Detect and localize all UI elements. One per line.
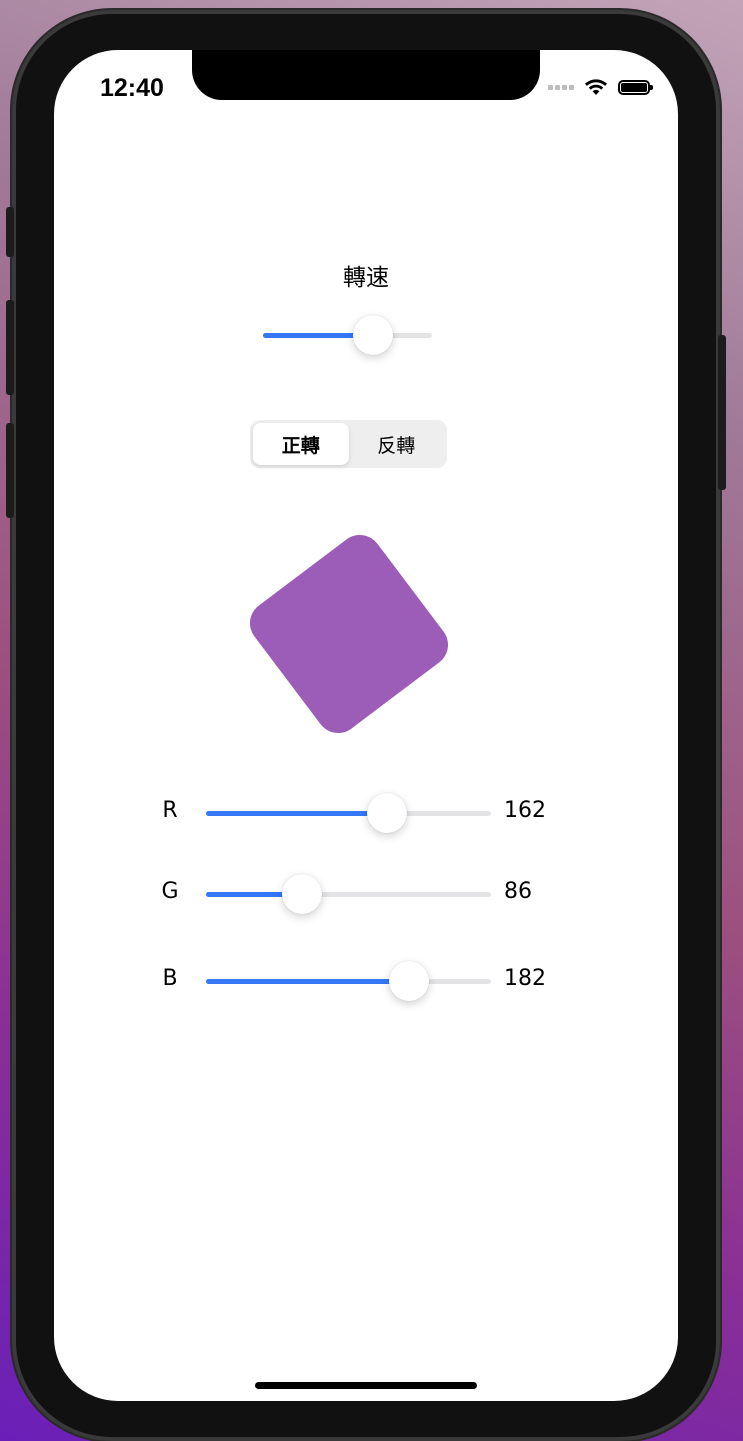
red-value: 162 bbox=[504, 798, 546, 823]
blue-slider-fill bbox=[206, 979, 410, 984]
blue-value: 182 bbox=[504, 966, 546, 991]
red-slider-thumb[interactable] bbox=[366, 793, 407, 833]
green-value: 86 bbox=[504, 879, 532, 904]
direction-segmented-control[interactable]: 正轉 反轉 bbox=[250, 420, 447, 468]
red-label: R bbox=[162, 798, 178, 823]
green-label: G bbox=[161, 879, 179, 904]
green-slider[interactable] bbox=[206, 874, 491, 914]
power-button bbox=[718, 335, 726, 490]
segment-reverse[interactable]: 反轉 bbox=[349, 423, 445, 465]
color-preview-square bbox=[241, 526, 457, 742]
blue-slider[interactable] bbox=[206, 961, 491, 1001]
red-slider[interactable] bbox=[206, 793, 491, 833]
volume-up-button bbox=[6, 300, 14, 395]
blue-label: B bbox=[162, 966, 178, 991]
mute-switch bbox=[6, 207, 14, 257]
red-row: R 162 bbox=[54, 793, 678, 833]
green-row: G 86 bbox=[54, 874, 678, 914]
wifi-icon bbox=[585, 79, 607, 95]
speed-slider[interactable] bbox=[263, 315, 432, 355]
battery-icon bbox=[618, 79, 653, 95]
notch bbox=[192, 50, 540, 100]
blue-row: B 182 bbox=[54, 961, 678, 1001]
app-screen: 12:40 轉速 正轉 反轉 R 162 G 86 B 182 bbox=[54, 50, 678, 1401]
speed-label: 轉速 bbox=[343, 265, 389, 291]
red-slider-fill bbox=[206, 811, 387, 816]
status-time: 12:40 bbox=[100, 74, 164, 102]
volume-down-button bbox=[6, 423, 14, 518]
segment-forward[interactable]: 正轉 bbox=[253, 423, 349, 465]
status-icons bbox=[548, 78, 653, 96]
home-indicator bbox=[255, 1382, 477, 1389]
speed-slider-thumb[interactable] bbox=[352, 315, 393, 355]
blue-slider-thumb[interactable] bbox=[389, 961, 430, 1001]
cellular-signal-icon bbox=[548, 84, 574, 90]
green-slider-thumb[interactable] bbox=[282, 874, 323, 914]
